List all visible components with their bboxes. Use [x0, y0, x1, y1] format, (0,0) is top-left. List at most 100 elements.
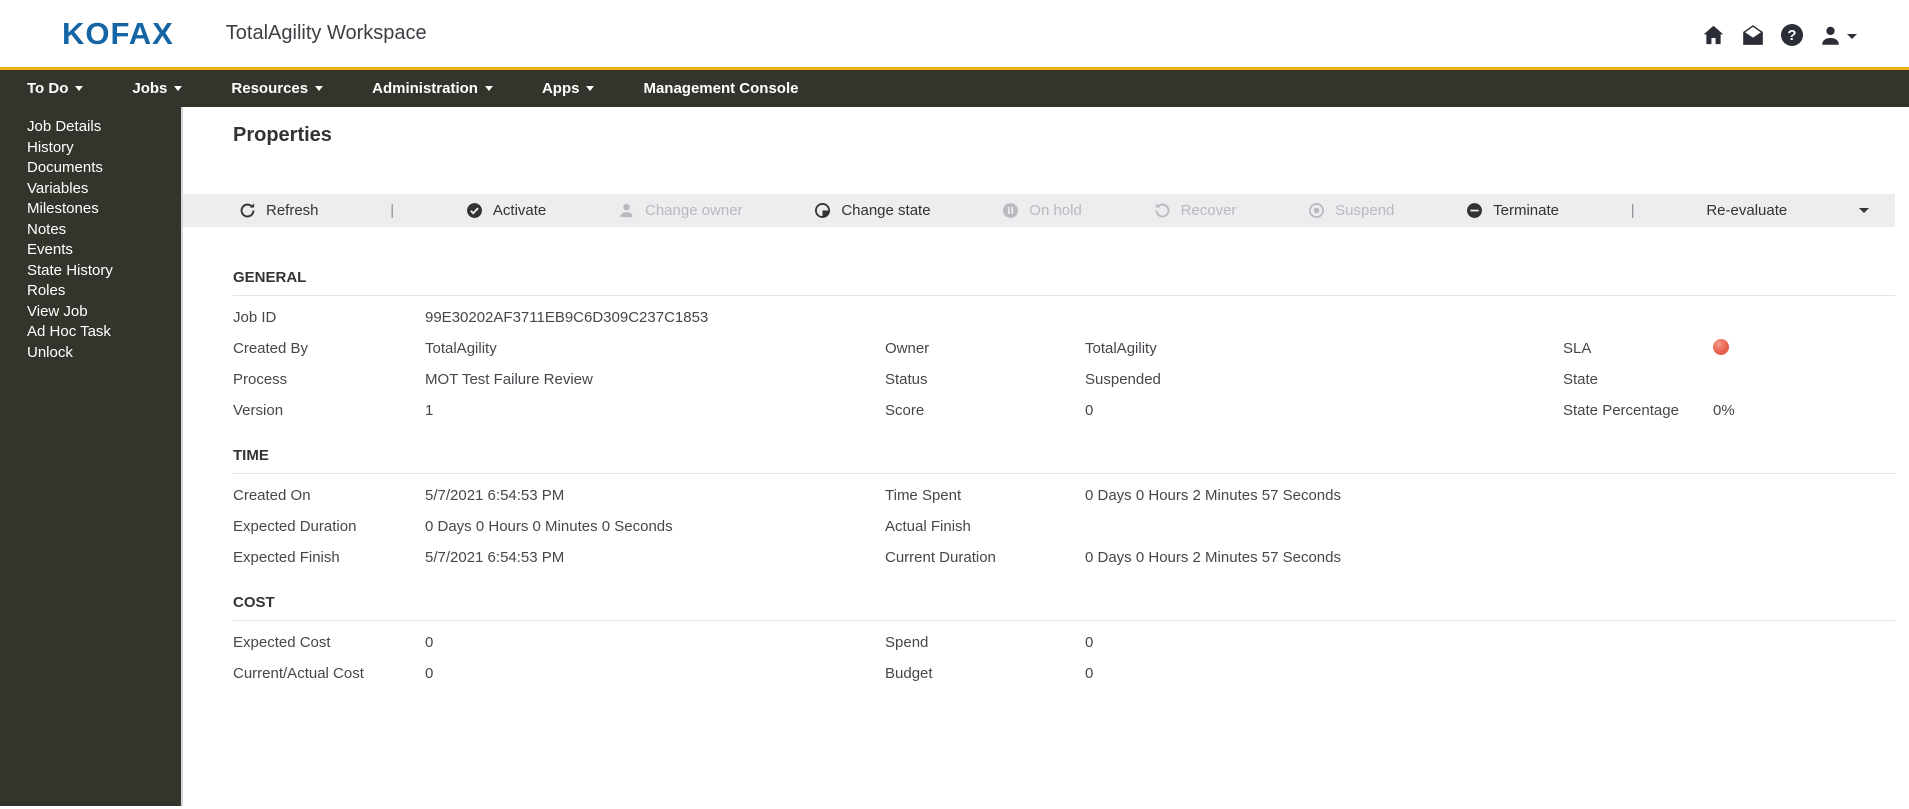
change-owner-button[interactable]: Change owner — [618, 202, 743, 219]
sidebar: Job Details History Documents Variables … — [0, 107, 183, 806]
time-grid: Created On 5/7/2021 6:54:53 PM Time Spen… — [233, 474, 1895, 573]
nav-item-apps[interactable]: Apps — [542, 80, 595, 97]
field-label: State Percentage — [1563, 402, 1679, 419]
sidebar-item-history[interactable]: History — [27, 138, 181, 159]
change-state-button[interactable]: Change state — [814, 202, 931, 219]
cost-grid: Expected Cost 0 Spend 0 Current/Actual C… — [233, 621, 1895, 689]
app-title: TotalAgility Workspace — [225, 22, 427, 44]
field-label: Expected Finish — [233, 549, 340, 566]
field-value: 1 — [425, 402, 434, 419]
help-icon[interactable]: ? — [1781, 24, 1803, 46]
refresh-button[interactable]: Refresh — [239, 202, 319, 219]
field-value: 0 — [1085, 665, 1094, 682]
activate-button[interactable]: Activate — [466, 202, 546, 219]
nav-item-jobs[interactable]: Jobs — [132, 80, 183, 97]
section-time: TIME Created On 5/7/2021 6:54:53 PM Time… — [233, 447, 1895, 573]
refresh-icon — [240, 203, 255, 218]
suspend-button[interactable]: Suspend — [1308, 202, 1394, 219]
field-label: Created On — [233, 487, 311, 504]
nav-item-resources[interactable]: Resources — [231, 80, 324, 97]
field-label: SLA — [1563, 340, 1592, 357]
field-value: 5/7/2021 6:54:53 PM — [425, 487, 565, 504]
field-value: 5/7/2021 6:54:53 PM — [425, 549, 565, 566]
job-actions-toolbar: Refresh | Activate Change owner Change s… — [183, 194, 1895, 227]
sla-status-indicator — [1713, 339, 1729, 355]
sidebar-item-unlock[interactable]: Unlock — [27, 343, 181, 364]
toolbar-more-caret-icon[interactable] — [1858, 208, 1869, 213]
nav-item-administration[interactable]: Administration — [372, 80, 493, 97]
toolbar-separator: | — [390, 202, 395, 219]
field-label: Current/Actual Cost — [233, 665, 364, 682]
section-cost: COST Expected Cost 0 Spend 0 Current/Act… — [233, 594, 1895, 689]
section-heading: GENERAL — [233, 269, 1895, 296]
field-value: Suspended — [1085, 371, 1161, 388]
terminate-button[interactable]: Terminate — [1466, 202, 1559, 219]
on-hold-button[interactable]: On hold — [1002, 202, 1082, 219]
field-value — [1713, 364, 1895, 395]
field-value: MOT Test Failure Review — [425, 371, 593, 388]
main-navbar: To Do Jobs Resources Administration Apps… — [0, 70, 1909, 107]
field-value: 0 — [1085, 402, 1094, 419]
user-menu[interactable] — [1819, 24, 1857, 47]
field-label: Budget — [885, 665, 933, 682]
field-label: Time Spent — [885, 487, 962, 504]
field-label: Process — [233, 371, 288, 388]
recover-button[interactable]: Recover — [1154, 202, 1236, 219]
state-circle-icon — [815, 203, 831, 218]
field-label: Spend — [885, 634, 929, 651]
minus-circle-icon — [1467, 203, 1483, 218]
nav-item-management-console[interactable]: Management Console — [643, 80, 798, 97]
section-general: GENERAL Job ID 99E30202AF3711EB9C6D309C2… — [233, 269, 1895, 426]
sidebar-item-roles[interactable]: Roles — [27, 281, 181, 302]
field-value: TotalAgility — [1085, 340, 1157, 357]
mail-icon[interactable] — [1741, 23, 1765, 47]
home-icon[interactable] — [1701, 23, 1725, 47]
sidebar-item-ad-hoc-task[interactable]: Ad Hoc Task — [27, 322, 181, 343]
user-icon — [1822, 26, 1839, 45]
sidebar-item-state-history[interactable]: State History — [27, 261, 181, 282]
field-label: Current Duration — [885, 549, 996, 566]
field-label: State — [1563, 371, 1599, 388]
check-circle-icon — [466, 203, 482, 218]
field-label: Job ID — [233, 309, 277, 326]
caret-down-icon — [484, 86, 493, 91]
caret-down-icon — [315, 86, 324, 91]
field-label: Expected Cost — [233, 634, 331, 651]
top-header: KOFAX TotalAgility Workspace ? — [0, 0, 1909, 70]
field-label: Owner — [885, 340, 930, 357]
field-value: TotalAgility — [425, 340, 497, 357]
sidebar-item-notes[interactable]: Notes — [27, 220, 181, 241]
pause-circle-icon — [1003, 203, 1019, 218]
sidebar-item-view-job[interactable]: View Job — [27, 302, 181, 323]
kofax-logo: KOFAX — [62, 15, 174, 51]
section-heading: TIME — [233, 447, 1895, 474]
field-value: 0 Days 0 Hours 2 Minutes 57 Seconds — [1085, 549, 1341, 566]
sidebar-item-documents[interactable]: Documents — [27, 158, 181, 179]
section-heading: COST — [233, 594, 1895, 621]
field-label: Created By — [233, 340, 309, 357]
header-icons: ? — [1701, 0, 1857, 70]
main-content: Properties Refresh | Activate Change own… — [183, 107, 1909, 806]
field-value: 0 Days 0 Hours 0 Minutes 0 Seconds — [425, 518, 673, 535]
field-label: Version — [233, 402, 284, 419]
field-label: Status — [885, 371, 928, 388]
field-value: 0 — [425, 665, 434, 682]
sidebar-item-events[interactable]: Events — [27, 240, 181, 261]
caret-down-icon — [586, 86, 595, 91]
person-icon — [620, 203, 633, 218]
field-label: Expected Duration — [233, 518, 357, 535]
field-value: 0 — [425, 634, 434, 651]
caret-down-icon — [75, 86, 84, 91]
field-label: Score — [885, 402, 925, 419]
re-evaluate-button[interactable]: Re-evaluate — [1706, 202, 1787, 219]
caret-down-icon — [1847, 33, 1857, 39]
nav-item-todo[interactable]: To Do — [27, 80, 84, 97]
record-circle-icon — [1309, 203, 1325, 218]
sla-value — [1713, 333, 1895, 364]
sidebar-item-variables[interactable]: Variables — [27, 179, 181, 200]
field-value: 0 Days 0 Hours 2 Minutes 57 Seconds — [1085, 487, 1341, 504]
page-title: Properties — [233, 124, 332, 146]
sidebar-item-milestones[interactable]: Milestones — [27, 199, 181, 220]
sidebar-item-job-details[interactable]: Job Details — [27, 117, 181, 138]
field-value — [1085, 511, 1563, 542]
